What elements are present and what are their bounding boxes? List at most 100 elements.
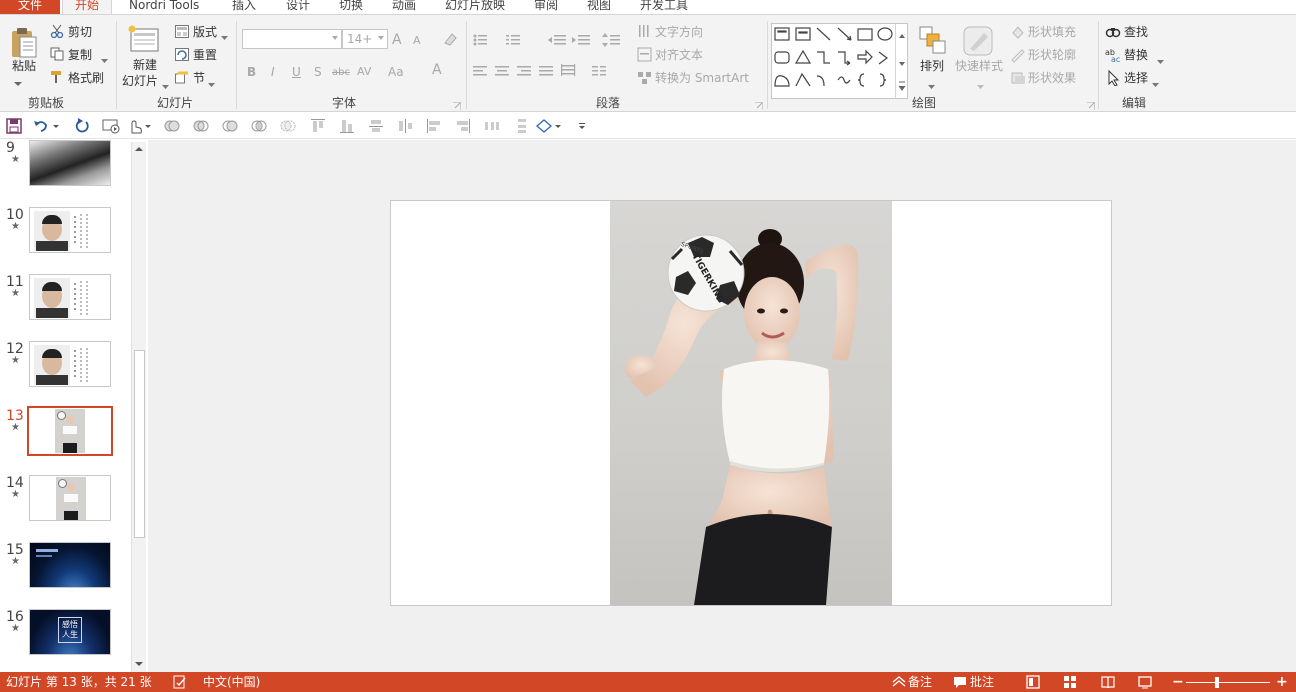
new-slide-dropdown-icon[interactable]: [162, 79, 169, 93]
start-slideshow-icon[interactable]: [102, 118, 122, 134]
shapes-gallery-scroll[interactable]: [895, 24, 908, 98]
slide-thumbnail-11[interactable]: [29, 274, 111, 320]
zoom-in-button[interactable]: +: [1276, 672, 1288, 692]
zoom-slider-thumb[interactable]: [1215, 677, 1219, 688]
tab-file[interactable]: 文件: [0, 0, 60, 14]
touch-mode-dropdown-icon[interactable]: [144, 118, 152, 134]
char-spacing-button[interactable]: AV: [357, 65, 371, 79]
subtract-shapes-icon[interactable]: [280, 118, 296, 134]
tab-home[interactable]: 开始: [62, 0, 113, 14]
distribute-horizontal-icon[interactable]: [484, 118, 500, 134]
tab-view[interactable]: 视图: [587, 0, 611, 14]
distributed-icon[interactable]: [561, 64, 577, 81]
align-top-icon[interactable]: [310, 118, 326, 134]
tab-developer[interactable]: 开发工具: [640, 0, 688, 14]
thumbnail-scrollbar[interactable]: [131, 142, 146, 672]
paste-button[interactable]: [10, 27, 38, 62]
slide-photo[interactable]: TIGERKING SPORTS: [610, 201, 892, 605]
bullets-icon[interactable]: [473, 33, 505, 50]
union-shapes-icon[interactable]: [164, 118, 180, 134]
format-painter-button[interactable]: 格式刷: [68, 71, 104, 85]
arrange-button[interactable]: 排列: [920, 59, 944, 73]
section-button[interactable]: 节: [193, 71, 205, 85]
comments-button[interactable]: 批注: [970, 672, 994, 692]
paste-label[interactable]: 粘贴: [12, 59, 36, 73]
shapes-gallery[interactable]: [771, 23, 908, 99]
tab-slideshow[interactable]: 幻灯片放映: [445, 0, 505, 14]
normal-view-icon[interactable]: [1026, 675, 1040, 689]
slide-sorter-view-icon[interactable]: [1063, 675, 1077, 689]
bold-button[interactable]: B: [247, 65, 256, 79]
scrollbar-thumb[interactable]: [134, 350, 145, 538]
intersect-shapes-icon[interactable]: [251, 118, 267, 134]
fragment-shapes-icon[interactable]: [222, 118, 238, 134]
language-indicator[interactable]: 中文(中国): [203, 672, 260, 692]
align-vertical-center-icon[interactable]: [397, 118, 413, 134]
notes-button[interactable]: 备注: [908, 672, 932, 692]
redo-icon[interactable]: [74, 118, 90, 134]
quick-styles-button[interactable]: 快速样式: [955, 59, 1003, 73]
shadow-button[interactable]: S: [314, 65, 322, 79]
font-dialog-launcher-icon[interactable]: [453, 99, 462, 113]
scroll-up-icon[interactable]: [134, 144, 144, 154]
copy-button[interactable]: 复制: [68, 48, 92, 62]
align-right-icon[interactable]: [517, 66, 533, 81]
justify-icon[interactable]: [539, 66, 555, 81]
shape-effects-button[interactable]: 形状效果: [1028, 71, 1076, 85]
align-center-icon[interactable]: [495, 66, 511, 81]
slide-thumbnail-9[interactable]: [29, 140, 111, 186]
slide-thumbnail-15[interactable]: [29, 542, 111, 588]
clear-format-icon[interactable]: [442, 32, 458, 49]
drawing-dialog-launcher-icon[interactable]: [1087, 99, 1096, 113]
align-bottom-icon[interactable]: [339, 118, 355, 134]
font-family-combo[interactable]: [242, 29, 342, 49]
reset-button[interactable]: 重置: [193, 48, 217, 62]
undo-dropdown-icon[interactable]: [52, 118, 60, 134]
font-color-button[interactable]: A: [432, 63, 442, 77]
slide-thumbnail-12[interactable]: [29, 341, 111, 387]
copy-dropdown-icon[interactable]: [101, 53, 108, 67]
change-case-button[interactable]: Aa: [388, 65, 404, 79]
numbering-icon[interactable]: [506, 33, 538, 50]
select-dropdown-icon[interactable]: [1152, 77, 1159, 91]
scroll-down-icon[interactable]: [134, 659, 144, 669]
layout-dropdown-icon[interactable]: [221, 30, 228, 44]
shape-fill-button[interactable]: 形状填充: [1028, 25, 1076, 39]
save-icon[interactable]: [6, 118, 22, 134]
quick-styles-dropdown-icon[interactable]: [977, 79, 984, 93]
align-middle-icon[interactable]: [368, 118, 384, 134]
underline-button[interactable]: U: [292, 65, 301, 79]
new-slide-label[interactable]: 幻灯片: [122, 74, 158, 88]
tab-transitions[interactable]: 切换: [339, 0, 363, 14]
slide-thumbnail-14[interactable]: [29, 475, 111, 521]
section-dropdown-icon[interactable]: [208, 77, 215, 91]
find-button[interactable]: 查找: [1124, 25, 1148, 39]
shape-style-icon[interactable]: [535, 118, 555, 134]
align-left-objects-icon[interactable]: [426, 118, 442, 134]
undo-icon[interactable]: [33, 118, 49, 134]
customize-qat-icon[interactable]: [577, 118, 587, 134]
reading-view-icon[interactable]: [1101, 675, 1115, 689]
font-size-combo[interactable]: 14+: [342, 29, 388, 49]
zoom-out-button[interactable]: −: [1172, 672, 1184, 692]
columns-icon[interactable]: [592, 66, 616, 81]
slide-editing-canvas[interactable]: TIGERKING SPORTS: [148, 140, 1296, 672]
increase-indent-icon[interactable]: [572, 33, 592, 50]
align-right-objects-icon[interactable]: [455, 118, 471, 134]
combine-shapes-icon[interactable]: [193, 118, 209, 134]
shape-style-dropdown-icon[interactable]: [554, 118, 562, 134]
shrink-font-button[interactable]: A: [413, 34, 421, 48]
layout-button[interactable]: 版式: [193, 25, 217, 39]
slideshow-view-icon[interactable]: [1138, 675, 1152, 689]
italic-button[interactable]: I: [271, 65, 275, 79]
strikethrough-button[interactable]: abc: [332, 66, 350, 80]
shape-outline-button[interactable]: 形状轮廓: [1028, 48, 1076, 62]
tab-animations[interactable]: 动画: [392, 0, 416, 14]
tab-nordri-tools[interactable]: Nordri Tools: [129, 0, 199, 14]
slide-thumbnail-16[interactable]: 感悟 人生: [29, 609, 111, 655]
zoom-slider[interactable]: [1186, 682, 1270, 683]
distribute-vertical-icon[interactable]: [514, 118, 530, 134]
slide-thumbnail-10[interactable]: [29, 207, 111, 253]
decrease-indent-icon[interactable]: [548, 33, 568, 50]
replace-dropdown-icon[interactable]: [1157, 54, 1164, 68]
